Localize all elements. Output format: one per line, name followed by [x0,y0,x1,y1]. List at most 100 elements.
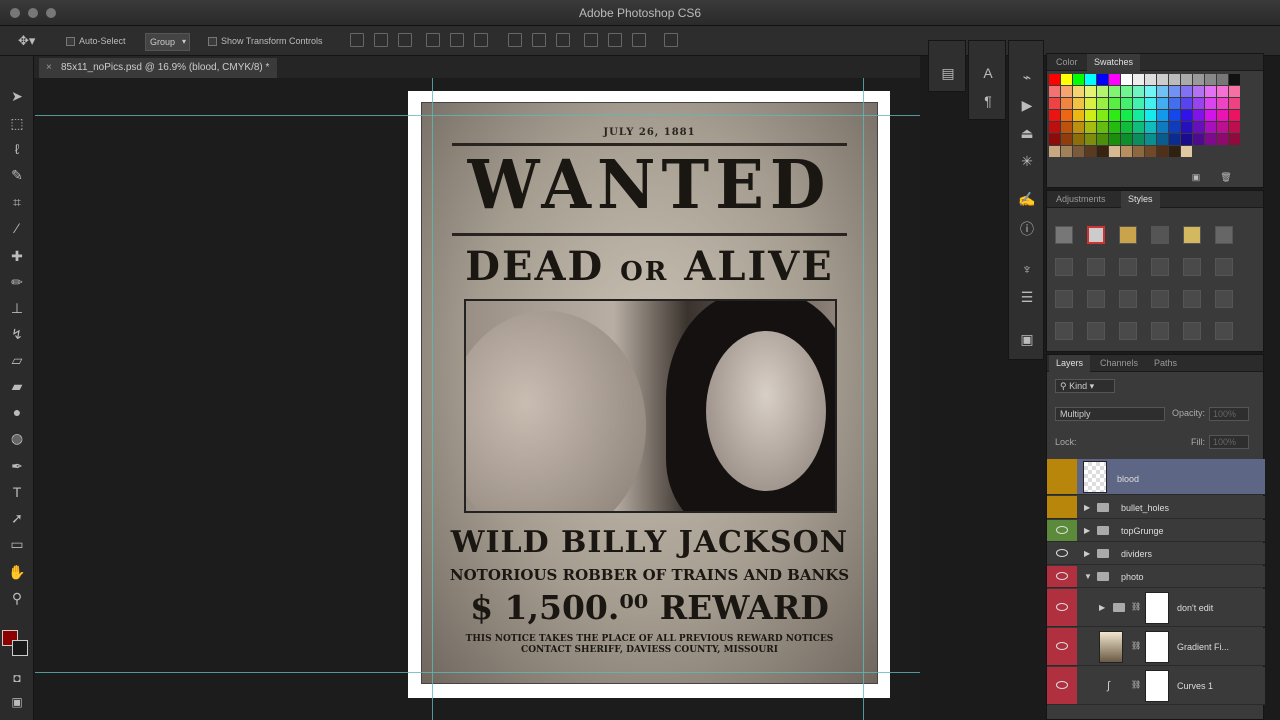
color-swatch[interactable] [1061,146,1072,157]
color-swatch[interactable] [1157,134,1168,145]
color-swatch[interactable] [1073,146,1084,157]
color-swatch[interactable] [1061,98,1072,109]
color-swatch[interactable] [1109,122,1120,133]
canvas-area[interactable]: JULY 26, 1881 WANTED DEAD OR ALIVE WILD … [35,78,920,720]
eraser-tool-icon[interactable]: ▱ [7,350,27,370]
paragraph-icon[interactable]: ¶ [978,91,998,111]
color-swatch[interactable] [1193,122,1204,133]
style-preset[interactable] [1183,322,1201,340]
style-preset[interactable] [1183,290,1201,308]
color-swatch[interactable] [1229,98,1240,109]
layer-comps-icon[interactable]: ▣ [1017,329,1037,349]
color-swatch[interactable] [1109,146,1120,157]
color-swatch[interactable] [1205,74,1216,85]
color-swatch[interactable] [1217,98,1228,109]
color-swatch[interactable] [1169,122,1180,133]
color-swatch[interactable] [1049,98,1060,109]
visibility-toggle[interactable] [1047,520,1077,541]
gradient-tool-icon[interactable]: ▰ [7,376,27,396]
color-swatch[interactable] [1205,146,1216,157]
style-preset[interactable] [1183,226,1201,244]
color-swatch[interactable] [1097,146,1108,157]
color-swatch[interactable] [1133,134,1144,145]
guide-vertical[interactable] [432,78,433,720]
color-swatch[interactable] [1061,110,1072,121]
color-swatch[interactable] [1157,86,1168,97]
pen-tool-icon[interactable]: ✒ [7,456,27,476]
marquee-tool-icon[interactable]: ⬚ [7,113,27,133]
style-preset[interactable] [1119,226,1137,244]
color-swatch[interactable] [1049,86,1060,97]
color-swatch[interactable] [1097,122,1108,133]
visibility-toggle[interactable] [1047,543,1077,564]
color-swatch[interactable] [1193,74,1204,85]
color-swatch[interactable] [1229,86,1240,97]
path-selection-tool-icon[interactable]: ➚ [7,508,27,528]
color-swatch[interactable] [1133,110,1144,121]
brush-icon[interactable]: ♆ [1017,259,1037,279]
color-swatch[interactable] [1097,134,1108,145]
style-preset[interactable] [1215,322,1233,340]
color-swatch[interactable] [1217,86,1228,97]
align-left-icon[interactable] [426,33,440,47]
color-swatch[interactable] [1205,122,1216,133]
color-swatch[interactable] [1085,86,1096,97]
color-swatch[interactable] [1217,74,1228,85]
color-swatch[interactable] [1229,74,1240,85]
color-swatch[interactable] [1181,86,1192,97]
color-swatch[interactable] [1109,86,1120,97]
style-preset[interactable] [1183,258,1201,276]
color-swatch[interactable] [1169,110,1180,121]
color-swatch[interactable] [1217,110,1228,121]
info-icon[interactable]: ⓘ [1017,219,1037,239]
style-preset[interactable] [1055,322,1073,340]
color-swatch[interactable] [1181,98,1192,109]
tool-presets-icon[interactable]: ✳ [1017,151,1037,171]
distribute-left-icon[interactable] [584,33,598,47]
history-brush-tool-icon[interactable]: ↯ [7,324,27,344]
color-swatch[interactable] [1073,134,1084,145]
history-icon[interactable]: ▤ [938,63,958,83]
color-swatch[interactable] [1109,134,1120,145]
color-swatch[interactable] [1097,98,1108,109]
color-swatch[interactable] [1205,86,1216,97]
color-swatch[interactable] [1193,98,1204,109]
color-swatch[interactable] [1109,110,1120,121]
zoom-tool-icon[interactable]: ⚲ [7,588,27,608]
color-swatch[interactable] [1049,146,1060,157]
color-swatch[interactable] [1121,74,1132,85]
auto-align-icon[interactable] [664,33,678,47]
color-swatch[interactable] [1073,74,1084,85]
expand-triangle-icon[interactable]: ▶ [1084,503,1090,512]
move-tool-icon[interactable]: ➤ [7,86,27,106]
visibility-toggle[interactable] [1047,566,1077,587]
show-transform-checkbox[interactable]: Show Transform Controls [208,33,323,49]
style-preset[interactable] [1215,290,1233,308]
style-preset[interactable] [1087,258,1105,276]
style-preset[interactable] [1151,258,1169,276]
color-swatch[interactable] [1085,110,1096,121]
document-tab[interactable]: × 85x11_noPics.psd @ 16.9% (blood, CMYK/… [39,58,278,78]
tab-paths[interactable]: Paths [1147,355,1184,372]
color-swatch[interactable] [1073,110,1084,121]
tab-channels[interactable]: Channels [1093,355,1145,372]
style-preset[interactable] [1055,258,1073,276]
color-swatch[interactable] [1169,98,1180,109]
move-tool-preset-icon[interactable]: ✥▾ [18,33,35,49]
color-swatch[interactable] [1217,146,1228,157]
tab-swatches[interactable]: Swatches [1087,54,1141,71]
screen-mode-icon[interactable]: ▣ [7,692,27,712]
color-swatch[interactable] [1097,86,1108,97]
style-preset[interactable] [1151,226,1169,244]
color-swatch[interactable] [1133,86,1144,97]
align-top-icon[interactable] [350,33,364,47]
close-tab-icon[interactable]: × [46,58,52,78]
style-preset[interactable] [1215,258,1233,276]
expand-triangle-icon[interactable]: ▶ [1084,549,1090,558]
tab-color[interactable]: Color [1049,54,1085,71]
blend-mode-select[interactable]: Multiply [1055,407,1165,421]
color-swatch[interactable] [1181,110,1192,121]
swatch-grid[interactable] [1049,74,1243,158]
color-swatch[interactable] [1169,74,1180,85]
visibility-toggle[interactable] [1047,459,1077,494]
